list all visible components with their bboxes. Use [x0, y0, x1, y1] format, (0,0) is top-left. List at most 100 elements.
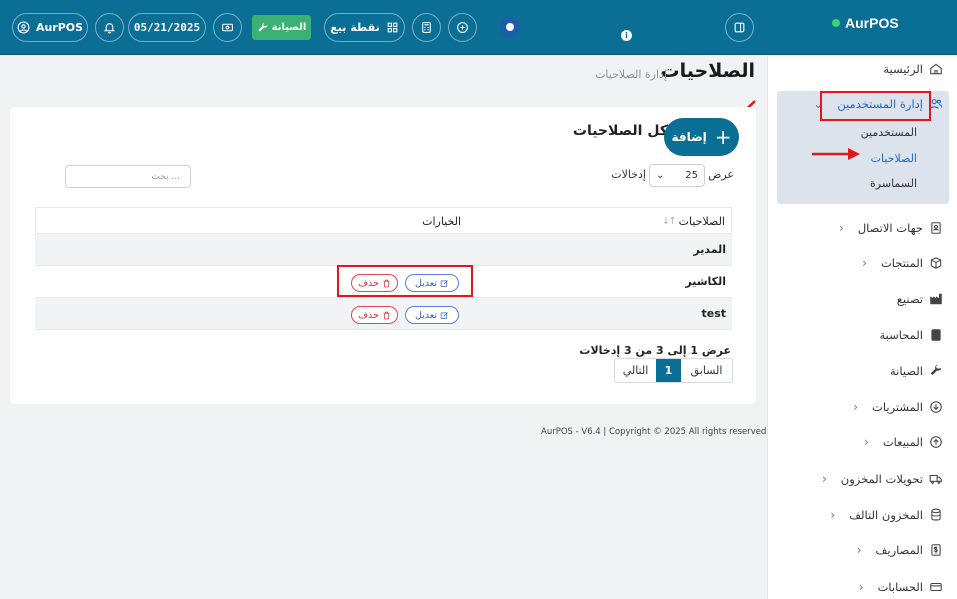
column-header-permissions[interactable]: ↓↑ الصلاحيات: [662, 215, 725, 228]
entries-label: إدخالات: [611, 168, 646, 181]
delete-button[interactable]: حذف: [351, 306, 398, 324]
edit-icon: [440, 311, 448, 319]
column-label: الصلاحيات: [678, 215, 725, 228]
plus-icon: +: [714, 125, 732, 149]
column-header-options: الخيارات: [422, 215, 461, 228]
sidebar-item-label: الصيانة: [889, 364, 923, 378]
chevron-left-icon: ‹: [839, 221, 844, 235]
theme-toggle[interactable]: [500, 17, 520, 37]
chevron-left-icon: ‹: [830, 508, 836, 522]
sidebar-subitem-permissions[interactable]: الصلاحيات: [871, 152, 917, 165]
wrench-icon: [930, 364, 942, 376]
sidebar-item-label: المنتجات: [880, 256, 923, 270]
users-icon: [929, 99, 943, 109]
date-text: 05/21/2025: [133, 21, 201, 34]
sidebar-item-label: المشتريات: [872, 400, 923, 414]
plus-circle-icon: [457, 22, 468, 33]
chevron-left-icon: ‹: [862, 256, 867, 270]
box-icon: [930, 257, 942, 269]
upload-circle-icon: [930, 436, 942, 448]
sidebar-item-label: المخزون التالف: [849, 508, 923, 522]
permissions-table: ↓↑ الصلاحيات الخيارات المدير الكاشير تعد…: [35, 207, 732, 330]
sidebar-item-label: تحويلات المخزون: [840, 472, 923, 486]
sidebar-item-label: المصاريف: [875, 543, 923, 557]
sidebar-item-accounting[interactable]: المحاسبة: [879, 323, 943, 347]
row-name: المدير: [693, 243, 726, 256]
edit-button[interactable]: تعديل: [405, 306, 459, 324]
arrow-icon: [812, 148, 860, 160]
book-icon: [931, 329, 941, 341]
chevron-left-icon: ‹: [856, 543, 862, 557]
show-label: عرض: [708, 168, 734, 181]
wrench-icon: [258, 22, 268, 31]
brand-dot: [832, 19, 840, 27]
add-button[interactable]: + إضافة: [664, 118, 739, 156]
bell-icon: [103, 23, 116, 34]
sidebar-subitem-brokerage[interactable]: السماسرة: [870, 177, 917, 190]
calculator-button[interactable]: [412, 13, 441, 42]
sidebar-item-purchases[interactable]: المشتريات ‹: [853, 395, 943, 419]
sidebar-item-label: الرئيسية: [883, 62, 923, 76]
sidebar-item-products[interactable]: المنتجات ‹: [862, 251, 943, 275]
pagination: التالي 1 السابق: [614, 358, 733, 383]
sidebar-item-sales[interactable]: المبيعات ‹: [864, 430, 943, 454]
home-icon: [930, 63, 942, 75]
notifications-button[interactable]: [95, 13, 124, 42]
date-display[interactable]: 05/21/2025: [128, 13, 206, 42]
highlight-box-actions: [337, 265, 473, 297]
sidebar-toggle-button[interactable]: [725, 13, 754, 42]
sidebar-item-home[interactable]: الرئيسية: [883, 57, 943, 81]
page-length-select[interactable]: ⌄ 25: [649, 164, 705, 187]
page-title: الصلاحيات: [660, 60, 755, 82]
brand-name: AurPOS: [845, 15, 899, 31]
trash-icon: [383, 311, 390, 319]
chevron-left-icon: ‹: [853, 400, 859, 414]
pagination-page[interactable]: 1: [656, 359, 681, 382]
highlight-box-user-management: [820, 91, 931, 121]
add-new-button[interactable]: [448, 13, 477, 42]
sidebar-item-damaged-stock[interactable]: المخزون التالف ‹: [830, 503, 943, 527]
database-icon: [931, 508, 941, 521]
edit-label: تعديل: [414, 309, 438, 321]
chevron-left-icon: ‹: [821, 472, 827, 486]
calculator-icon: [422, 22, 431, 33]
truck-icon: [929, 474, 942, 484]
pos-label: نقطة بيع: [330, 21, 380, 34]
grid-icon: [387, 22, 398, 33]
sidebar-item-stock-transfers[interactable]: تحويلات المخزون ‹: [822, 467, 943, 491]
add-label: إضافة: [671, 130, 707, 144]
chevron-left-icon: ‹: [864, 435, 869, 449]
pagination-next[interactable]: التالي: [615, 359, 656, 382]
dollar-icon: [931, 544, 941, 556]
sidebar-item-label: الحسابات: [877, 580, 923, 594]
page-length-value: 25: [685, 170, 698, 181]
table-row: المدير: [35, 234, 732, 266]
card-title: كل الصلاحيات: [572, 123, 668, 139]
sidebar-item-manufacturing[interactable]: تصنيع: [897, 287, 943, 311]
table-info: عرض 1 إلى 3 من 3 إدخالات: [579, 344, 731, 357]
sidebar-item-label: جهات الاتصال: [857, 221, 923, 235]
table-row: الكاشير تعديل حذف: [35, 265, 732, 298]
sidebar-subitem-users[interactable]: المستخدمين: [861, 126, 917, 139]
download-circle-icon: [930, 401, 942, 413]
sidebar-item-contacts[interactable]: جهات الاتصال ‹: [839, 216, 943, 240]
sidebar-item-expenses[interactable]: المصاريف ‹: [857, 538, 943, 562]
search-input[interactable]: بحث ...: [65, 165, 191, 188]
brand-logo[interactable]: AurPOS: [832, 15, 899, 31]
pagination-prev[interactable]: السابق: [681, 359, 732, 382]
info-icon[interactable]: i: [621, 30, 632, 41]
user-menu-button[interactable]: AurPOS: [12, 13, 88, 42]
user-name: AurPOS: [35, 21, 84, 34]
sidebar-item-label: المبيعات: [882, 435, 923, 449]
address-book-icon: [931, 222, 941, 234]
sidebar-item-accounts[interactable]: الحسابات ‹: [859, 575, 943, 599]
sidebar-item-maintenance[interactable]: الصيانة: [890, 359, 943, 383]
pos-button[interactable]: نقطة بيع: [324, 13, 405, 42]
breadcrumb: إدارة الصلاحيات: [595, 68, 667, 81]
cash-register-button[interactable]: [213, 13, 242, 42]
factory-icon: [930, 293, 942, 305]
maintenance-button[interactable]: الصيانة: [252, 15, 311, 40]
sidebar-item-label: تصنيع: [896, 292, 923, 306]
chevron-down-icon: ⌄: [656, 170, 665, 181]
delete-label: حذف: [358, 309, 379, 321]
